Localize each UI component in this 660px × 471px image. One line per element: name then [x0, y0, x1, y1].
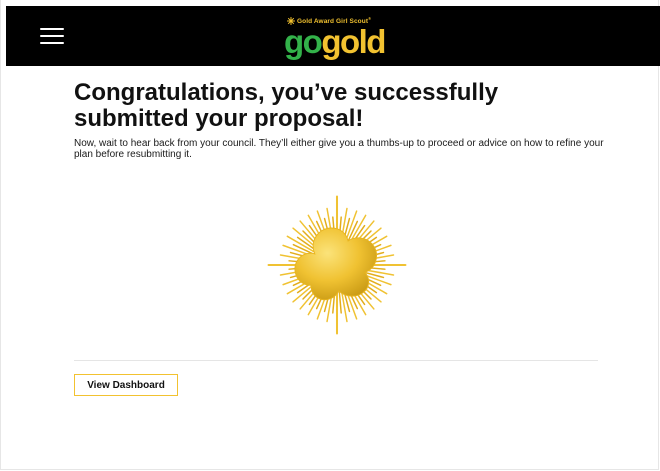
gold-award-trefoil-badge-icon	[267, 195, 407, 335]
hamburger-menu-icon[interactable]	[40, 27, 64, 45]
page-title: Congratulations, you’ve successfully sub…	[74, 79, 499, 132]
logo-word-gold: gold	[321, 23, 386, 60]
logo-word-go: go	[284, 23, 323, 60]
view-dashboard-button[interactable]: View Dashboard	[74, 374, 178, 396]
badge-ray	[338, 290, 342, 314]
logo-wordmark: gogold	[284, 22, 386, 62]
top-navigation-bar: Gold Award Girl Scout® gogold	[6, 6, 660, 66]
gogold-logo[interactable]: Gold Award Girl Scout® gogold	[284, 16, 404, 62]
section-divider	[74, 360, 598, 361]
confirmation-message: Now, wait to hear back from your council…	[74, 138, 604, 160]
trademark-mark: ®	[368, 16, 372, 22]
